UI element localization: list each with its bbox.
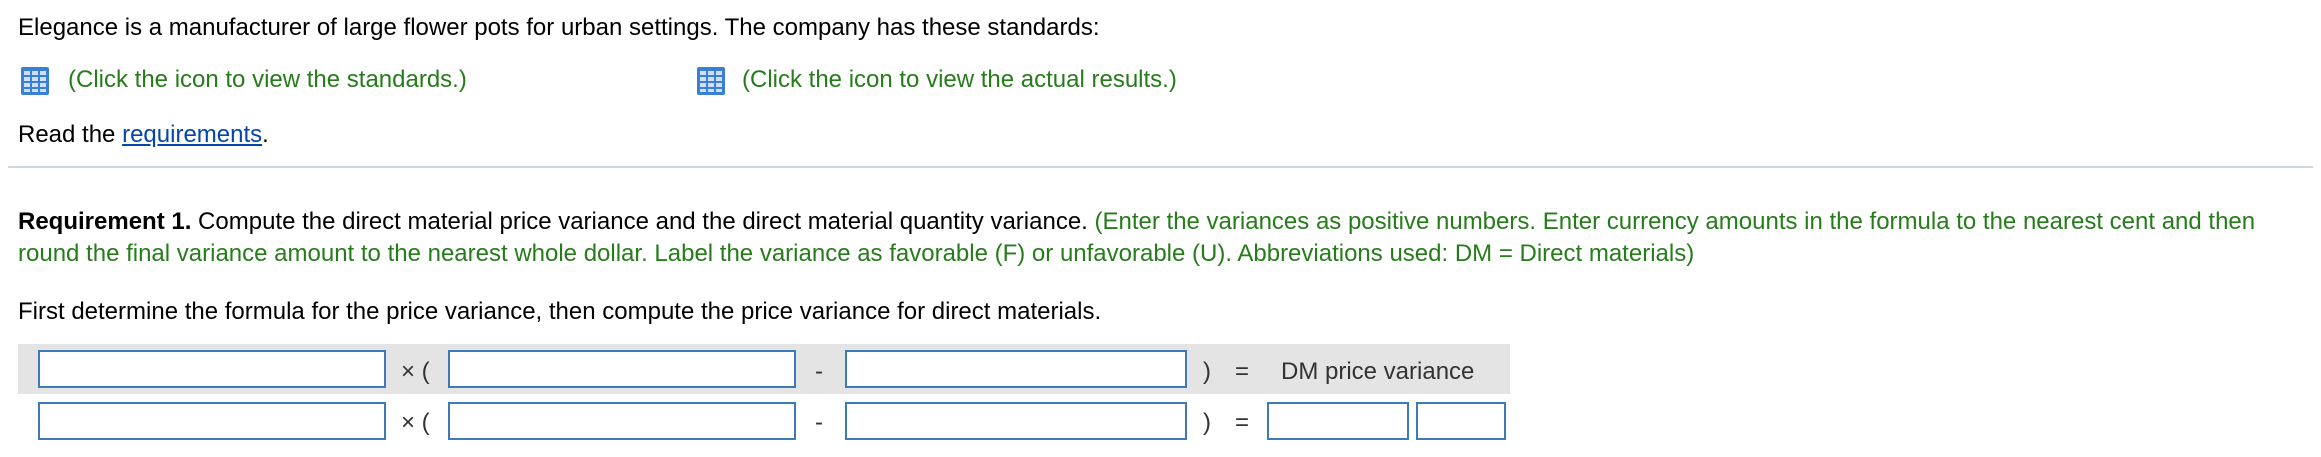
read-suffix: . [262, 121, 269, 148]
actual-results-table-icon[interactable] [696, 66, 726, 96]
dm-price-variance-label: DM price variance [1281, 358, 1475, 385]
times-open-paren: × ( [401, 358, 430, 385]
close-paren: ) [1203, 358, 1211, 385]
formula-row2-input-2[interactable] [448, 402, 796, 440]
requirements-link[interactable]: requirements [122, 121, 262, 148]
actual-results-link[interactable]: (Click the icon to view the actual resul… [742, 66, 1177, 94]
standards-table-icon[interactable] [20, 66, 50, 96]
formula-row1-input-1[interactable] [38, 350, 386, 388]
formula-row2-input-3[interactable] [845, 402, 1187, 440]
first-determine-text: First determine the formula for the pric… [18, 298, 1102, 325]
formula-row1-input-3[interactable] [845, 350, 1187, 388]
equals-sign: = [1235, 409, 1250, 436]
equals-sign: = [1235, 358, 1250, 385]
standards-link[interactable]: (Click the icon to view the standards.) [68, 66, 467, 94]
minus-sign: - [815, 409, 823, 436]
requirement-description: Compute the direct material price varian… [191, 208, 1095, 235]
section-divider [8, 166, 2313, 168]
formula-row1-input-2[interactable] [448, 350, 796, 388]
dm-price-variance-amount-input[interactable] [1267, 402, 1409, 440]
times-open-paren: × ( [401, 409, 430, 436]
intro-text: Elegance is a manufacturer of large flow… [18, 14, 1100, 41]
read-requirements-line: Read the requirements. [18, 121, 269, 149]
requirement-label: Requirement 1. [18, 208, 192, 235]
close-paren: ) [1203, 409, 1211, 436]
formula-row2-input-1[interactable] [38, 402, 386, 440]
favorable-unfavorable-input[interactable] [1416, 402, 1506, 440]
minus-sign: - [815, 358, 823, 385]
read-prefix: Read the [18, 121, 123, 148]
requirement-1-text: Requirement 1. Compute the direct materi… [18, 206, 2308, 270]
